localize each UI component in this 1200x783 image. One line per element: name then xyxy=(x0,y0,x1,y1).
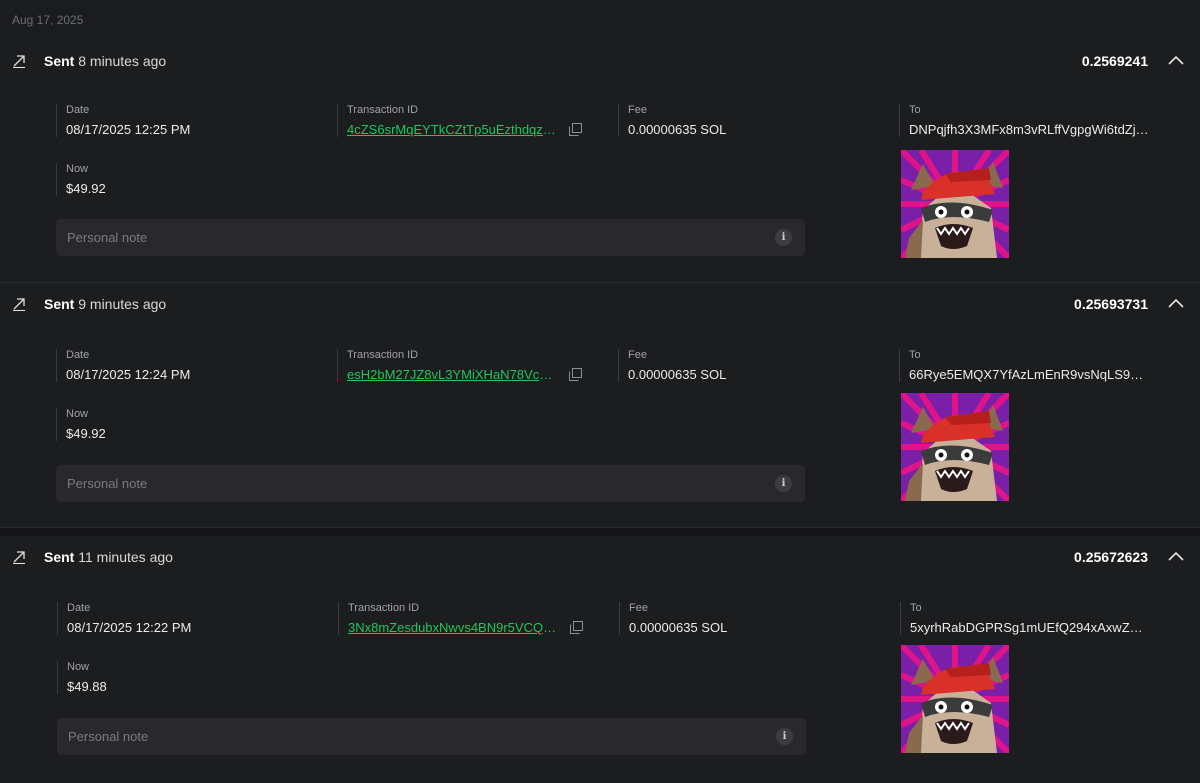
transaction-item[interactable]: Sent 9 minutes ago 0.25693731 Date 08/17… xyxy=(0,283,1200,528)
fee-field: Fee 0.00000635 SOL xyxy=(619,602,727,635)
transaction-time: 8 minutes ago xyxy=(78,53,167,69)
to-label: To xyxy=(910,602,922,614)
to-field: To 5xyrhRabDGPRSg1mUEfQ294xAxwZw6… xyxy=(900,602,1150,635)
chevron-up-icon[interactable] xyxy=(1168,298,1184,308)
date-label: Date xyxy=(67,602,91,614)
transaction-list: Sent 8 minutes ago 0.2569241 Date 08/17/… xyxy=(0,40,1200,783)
fee-value: 0.00000635 SOL xyxy=(629,620,728,635)
date-field: Date 08/17/2025 12:22 PM xyxy=(57,602,191,635)
fee-field: Fee 0.00000635 SOL xyxy=(618,349,726,382)
arrow-up-right-icon xyxy=(12,54,26,68)
date-value: 08/17/2025 12:24 PM xyxy=(66,367,191,382)
personal-note-input[interactable]: Personal note i xyxy=(56,465,805,502)
now-field: Now $49.92 xyxy=(56,408,106,441)
copy-icon[interactable] xyxy=(569,123,582,136)
personal-note-placeholder: Personal note xyxy=(68,729,149,744)
chevron-up-icon[interactable] xyxy=(1168,55,1184,65)
now-label: Now xyxy=(66,163,89,175)
arrow-up-right-icon xyxy=(12,550,26,564)
info-icon[interactable]: i xyxy=(776,728,793,745)
now-field: Now $49.92 xyxy=(56,163,106,196)
raccoon-nft-image[interactable] xyxy=(901,645,1009,753)
arrow-up-right-icon xyxy=(12,297,26,311)
transaction-time: 11 minutes ago xyxy=(78,549,173,565)
txid-field: Transaction ID 3Nx8mZesdubxNwvs4BN9r5VCQ… xyxy=(338,602,583,635)
txid-field: Transaction ID 4cZS6srMqEYTkCZtTp5uEzthd… xyxy=(337,104,582,137)
personal-note-input[interactable]: Personal note i xyxy=(56,219,805,256)
transaction-title: Sent 11 minutes ago xyxy=(44,549,173,565)
fee-label: Fee xyxy=(628,104,647,116)
transaction-time: 9 minutes ago xyxy=(78,296,167,312)
date-value: 08/17/2025 12:22 PM xyxy=(67,620,192,635)
now-field: Now $49.88 xyxy=(57,661,107,694)
now-value: $49.92 xyxy=(66,426,106,441)
personal-note-placeholder: Personal note xyxy=(67,476,148,491)
info-icon[interactable]: i xyxy=(775,229,792,246)
to-address[interactable]: 5xyrhRabDGPRSg1mUEfQ294xAxwZw6… xyxy=(910,620,1150,635)
transaction-status: Sent xyxy=(44,53,75,69)
personal-note-input[interactable]: Personal note i xyxy=(57,718,806,755)
date-header: Aug 17, 2025 xyxy=(0,0,1200,40)
txid-field: Transaction ID esH2bM27JZ8vL3YMiXHaN78Vc… xyxy=(337,349,582,382)
fee-label: Fee xyxy=(629,602,648,614)
now-value: $49.92 xyxy=(66,181,106,196)
fee-value: 0.00000635 SOL xyxy=(628,367,727,382)
txid-link[interactable]: esH2bM27JZ8vL3YMiXHaN78VcCf1… xyxy=(347,367,559,382)
copy-icon[interactable] xyxy=(570,621,583,634)
fee-field: Fee 0.00000635 SOL xyxy=(618,104,726,137)
date-label: Date xyxy=(66,104,90,116)
date-field: Date 08/17/2025 12:24 PM xyxy=(56,349,190,382)
now-value: $49.88 xyxy=(67,679,107,694)
txid-link[interactable]: 3Nx8mZesdubxNwvs4BN9r5VCQ7b… xyxy=(348,620,560,635)
transaction-amount: 0.25693731 xyxy=(1074,296,1148,312)
transaction-header[interactable]: Sent 8 minutes ago 0.2569241 xyxy=(0,40,1200,82)
now-label: Now xyxy=(67,661,90,673)
raccoon-nft-image[interactable] xyxy=(901,393,1009,501)
transaction-status: Sent xyxy=(44,549,75,565)
now-label: Now xyxy=(66,408,89,420)
transaction-title: Sent 8 minutes ago xyxy=(44,53,166,69)
to-field: To DNPqjfh3X3MFx8m3vRLffVgpgWi6tdZj6… xyxy=(899,104,1149,137)
transaction-title: Sent 9 minutes ago xyxy=(44,296,166,312)
date-field: Date 08/17/2025 12:25 PM xyxy=(56,104,190,137)
date-value: 08/17/2025 12:25 PM xyxy=(66,122,191,137)
to-label: To xyxy=(909,349,921,361)
fee-value: 0.00000635 SOL xyxy=(628,122,727,137)
transaction-amount: 0.25672623 xyxy=(1074,549,1148,565)
txid-label: Transaction ID xyxy=(348,602,420,614)
chevron-up-icon[interactable] xyxy=(1168,551,1184,561)
date-label: Date xyxy=(66,349,90,361)
copy-icon[interactable] xyxy=(569,368,582,381)
to-address[interactable]: DNPqjfh3X3MFx8m3vRLffVgpgWi6tdZj6… xyxy=(909,122,1149,137)
transaction-item[interactable]: Sent 8 minutes ago 0.2569241 Date 08/17/… xyxy=(0,40,1200,283)
transaction-item[interactable]: Sent 11 minutes ago 0.25672623 Date 08/1… xyxy=(0,536,1200,783)
personal-note-placeholder: Personal note xyxy=(67,230,148,245)
transaction-status: Sent xyxy=(44,296,75,312)
transaction-header[interactable]: Sent 9 minutes ago 0.25693731 xyxy=(0,283,1200,325)
fee-label: Fee xyxy=(628,349,647,361)
transaction-amount: 0.2569241 xyxy=(1081,53,1148,69)
to-field: To 66Rye5EMQX7YfAzLmEnR9vsNqLS9QT… xyxy=(899,349,1149,382)
info-icon[interactable]: i xyxy=(775,475,792,492)
raccoon-nft-image[interactable] xyxy=(901,150,1009,258)
to-label: To xyxy=(909,104,921,116)
txid-label: Transaction ID xyxy=(347,349,419,361)
transaction-header[interactable]: Sent 11 minutes ago 0.25672623 xyxy=(0,536,1200,578)
txid-link[interactable]: 4cZS6srMqEYTkCZtTp5uEzthdqzxk… xyxy=(347,122,559,137)
txid-label: Transaction ID xyxy=(347,104,419,116)
to-address[interactable]: 66Rye5EMQX7YfAzLmEnR9vsNqLS9QT… xyxy=(909,367,1149,382)
